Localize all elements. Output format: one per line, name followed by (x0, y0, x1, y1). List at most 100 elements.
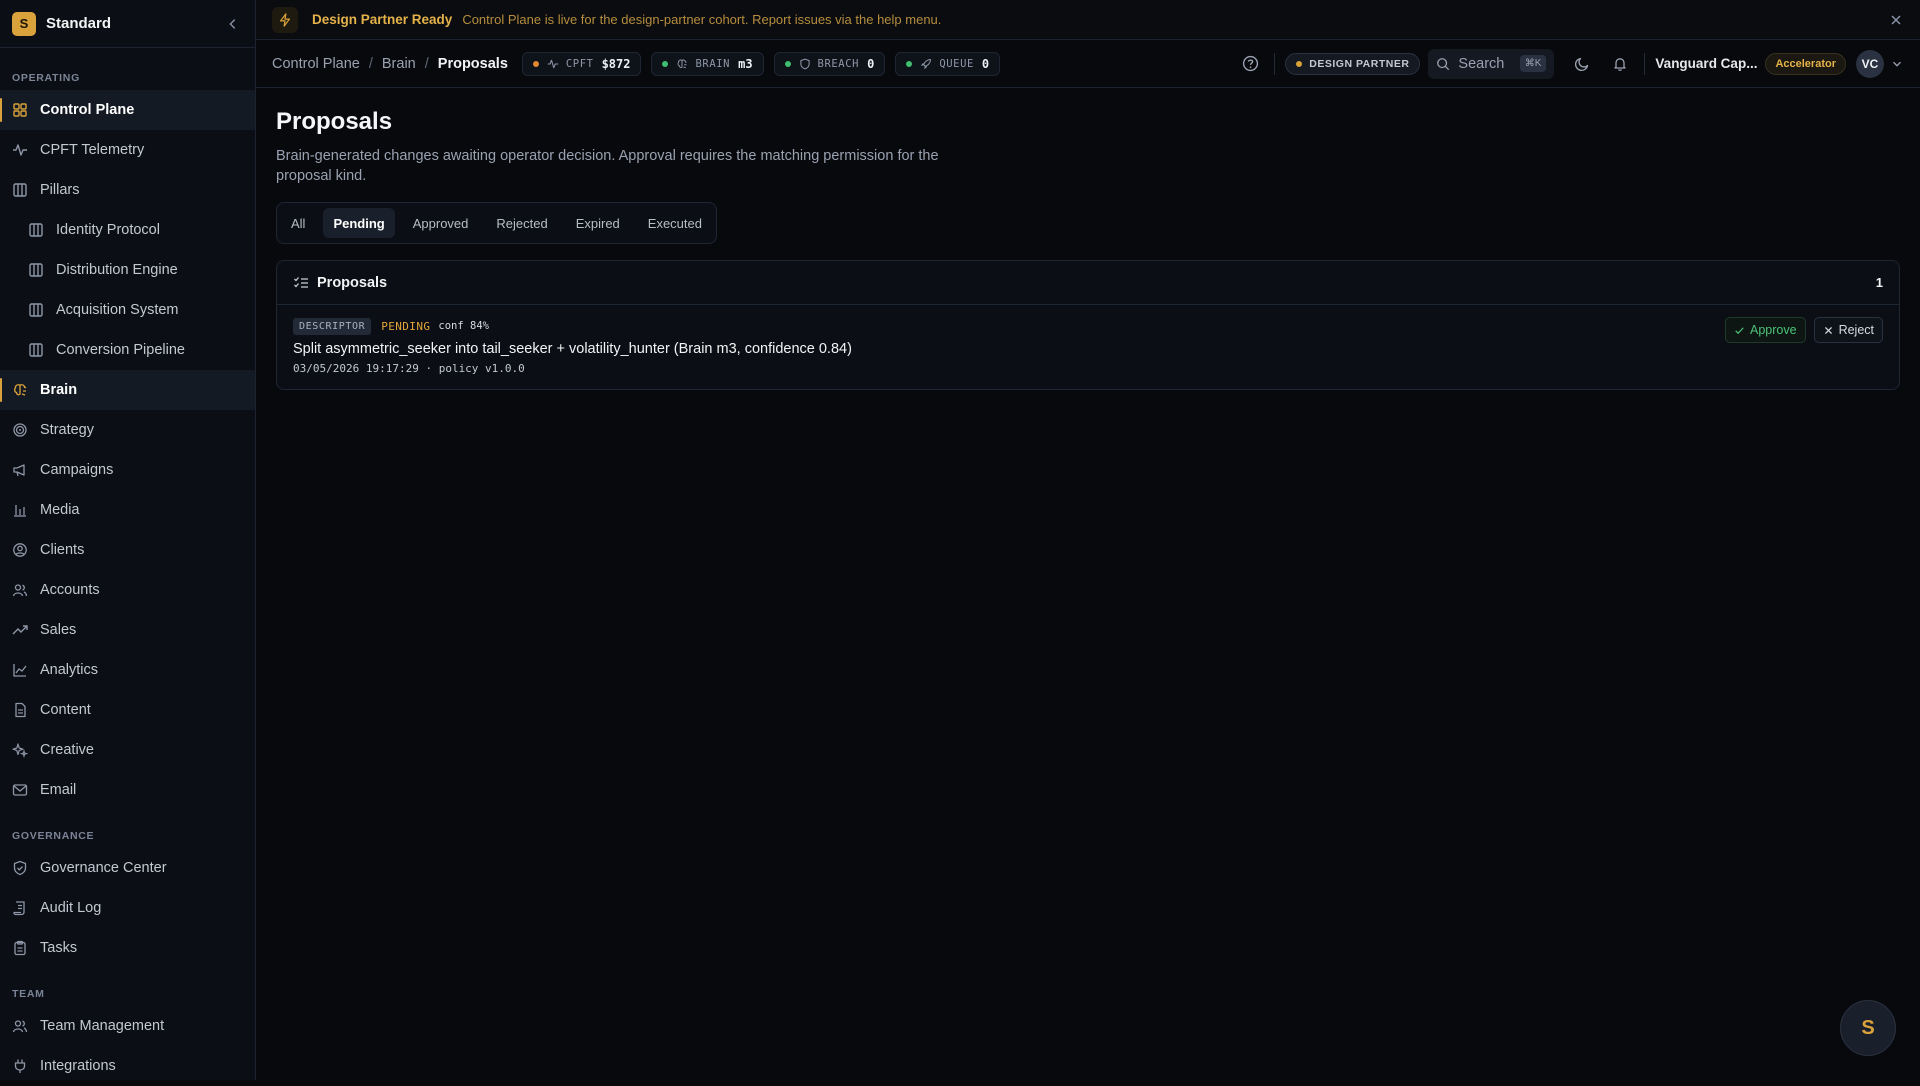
sidebar-item-clients[interactable]: Clients (0, 530, 255, 570)
nav-section-label: GOVERNANCE (12, 830, 95, 842)
tab-executed[interactable]: Executed (638, 208, 712, 238)
plug-icon (12, 1058, 28, 1074)
bar-chart-icon (12, 502, 28, 518)
design-partner-label: DESIGN PARTNER (1309, 57, 1410, 70)
sidebar-item-identity-protocol[interactable]: Identity Protocol (0, 210, 255, 250)
card-title: Proposals (317, 274, 388, 291)
nav-section-label: OPERATING (12, 72, 80, 84)
columns-icon (28, 342, 44, 358)
tab-all[interactable]: All (281, 208, 315, 238)
notifications-button[interactable] (1606, 50, 1634, 78)
status-pill-label: QUEUE (939, 57, 974, 70)
search-button[interactable]: Search ⌘K (1428, 48, 1555, 79)
file-text-icon (12, 702, 28, 718)
proposal-kind-badge: DESCRIPTOR (293, 317, 372, 335)
line-chart-icon (12, 662, 28, 678)
breadcrumb-control-plane[interactable]: Control Plane (272, 56, 360, 72)
sidebar-item-label: Integrations (40, 1058, 116, 1074)
banner-message: Control Plane is live for the design-par… (462, 12, 942, 27)
top-bar: Control Plane / Brain / Proposals CPFT $… (256, 40, 1920, 88)
sidebar-item-campaigns[interactable]: Campaigns (0, 450, 255, 490)
status-pill-value: m3 (738, 56, 753, 71)
reject-button[interactable]: Reject (1813, 317, 1883, 343)
sidebar-item-control-plane[interactable]: Control Plane (0, 90, 255, 130)
tab-pending[interactable]: Pending (323, 208, 395, 238)
user-circle-icon (12, 542, 28, 558)
sidebar-item-pillars[interactable]: Pillars (0, 170, 255, 210)
search-icon (1437, 57, 1450, 70)
columns-icon (12, 182, 28, 198)
sidebar-item-email[interactable]: Email (0, 770, 255, 810)
close-icon (1891, 14, 1901, 25)
tab-approved[interactable]: Approved (403, 208, 479, 238)
sidebar-item-distribution-engine[interactable]: Distribution Engine (0, 250, 255, 290)
sidebar-item-label: Sales (40, 622, 77, 638)
breadcrumb: Control Plane / Brain / Proposals (272, 56, 508, 72)
account-name[interactable]: Vanguard Cap... (1655, 56, 1757, 71)
sidebar-item-label: Media (40, 502, 80, 518)
breadcrumb-separator: / (424, 55, 429, 72)
grid-icon (12, 102, 28, 118)
tab-expired[interactable]: Expired (566, 208, 630, 238)
tab-rejected[interactable]: Rejected (486, 208, 557, 238)
sidebar-item-audit-log[interactable]: Audit Log (0, 888, 255, 928)
theme-toggle-button[interactable] (1568, 50, 1596, 78)
page-content: Proposals Brain-generated changes awaiti… (256, 88, 1920, 410)
sidebar-item-label: Brain (40, 382, 78, 398)
collapse-sidebar-button[interactable] (223, 14, 243, 34)
sidebar-item-content[interactable]: Content (0, 690, 255, 730)
avatar[interactable]: VC (1856, 49, 1884, 78)
announcement-banner: Design Partner Ready Control Plane is li… (256, 0, 1920, 40)
sidebar-item-strategy[interactable]: Strategy (0, 410, 255, 450)
sidebar-item-tasks[interactable]: Tasks (0, 928, 255, 968)
sidebar-item-conversion-pipeline[interactable]: Conversion Pipeline (0, 330, 255, 370)
breadcrumb-separator: / (368, 55, 373, 72)
banner-title: Design Partner Ready (312, 12, 453, 27)
sidebar-item-accounts[interactable]: Accounts (0, 570, 255, 610)
sidebar-item-label: Email (40, 782, 77, 798)
banner-close-button[interactable] (1888, 12, 1904, 28)
rocket-icon (920, 58, 932, 70)
search-shortcut: ⌘K (1519, 55, 1547, 72)
status-pill-value: $872 (601, 56, 631, 71)
sidebar-item-creative[interactable]: Creative (0, 730, 255, 770)
sidebar-item-integrations[interactable]: Integrations (0, 1046, 255, 1086)
chevron-down-icon[interactable] (1890, 57, 1904, 71)
trending-up-icon (12, 622, 28, 638)
breadcrumb-proposals: Proposals (437, 55, 508, 72)
status-dot (662, 60, 669, 67)
brain-icon (676, 58, 688, 70)
proposal-row[interactable]: DESCRIPTOR PENDING conf 84% Split asymme… (277, 305, 1899, 389)
brain-icon (12, 382, 28, 398)
sidebar-item-team-management[interactable]: Team Management (0, 1006, 255, 1046)
megaphone-icon (12, 462, 28, 478)
status-pill-breach[interactable]: BREACH 0 (773, 51, 886, 76)
bell-icon (1614, 57, 1627, 71)
proposal-actions: Approve Reject (1717, 317, 1883, 343)
sidebar-item-governance-center[interactable]: Governance Center (0, 848, 255, 888)
sidebar-item-label: Pillars (40, 182, 80, 198)
proposal-meta: 03/05/2026 19:17:29 · policy v1.0.0 (293, 362, 525, 375)
assistant-fab[interactable]: S (1840, 1000, 1896, 1056)
sidebar-item-media[interactable]: Media (0, 490, 255, 530)
sidebar-item-brain[interactable]: Brain (0, 370, 255, 410)
sidebar-item-label: Audit Log (40, 900, 102, 916)
brand-logo[interactable]: S (12, 11, 36, 36)
approve-button[interactable]: Approve (1725, 317, 1806, 343)
moon-icon (1575, 57, 1589, 71)
proposal-confidence: conf 84% (438, 320, 489, 332)
tier-badge: Accelerator (1765, 52, 1846, 75)
sidebar-item-acquisition-system[interactable]: Acquisition System (0, 290, 255, 330)
breadcrumb-brain[interactable]: Brain (382, 56, 416, 72)
sidebar-item-sales[interactable]: Sales (0, 610, 255, 650)
status-pill-cpft[interactable]: CPFT $872 (521, 51, 642, 76)
sidebar-item-label: Identity Protocol (56, 222, 160, 238)
status-pill-queue[interactable]: QUEUE 0 (895, 51, 1001, 76)
status-pill-brain[interactable]: BRAIN m3 (651, 51, 764, 76)
zap-icon (272, 6, 298, 33)
search-label: Search (1458, 55, 1505, 72)
help-button[interactable] (1236, 50, 1264, 78)
status-dot (532, 60, 539, 67)
sidebar-item-analytics[interactable]: Analytics (0, 650, 255, 690)
sidebar-item-cpft-telemetry[interactable]: CPFT Telemetry (0, 130, 255, 170)
